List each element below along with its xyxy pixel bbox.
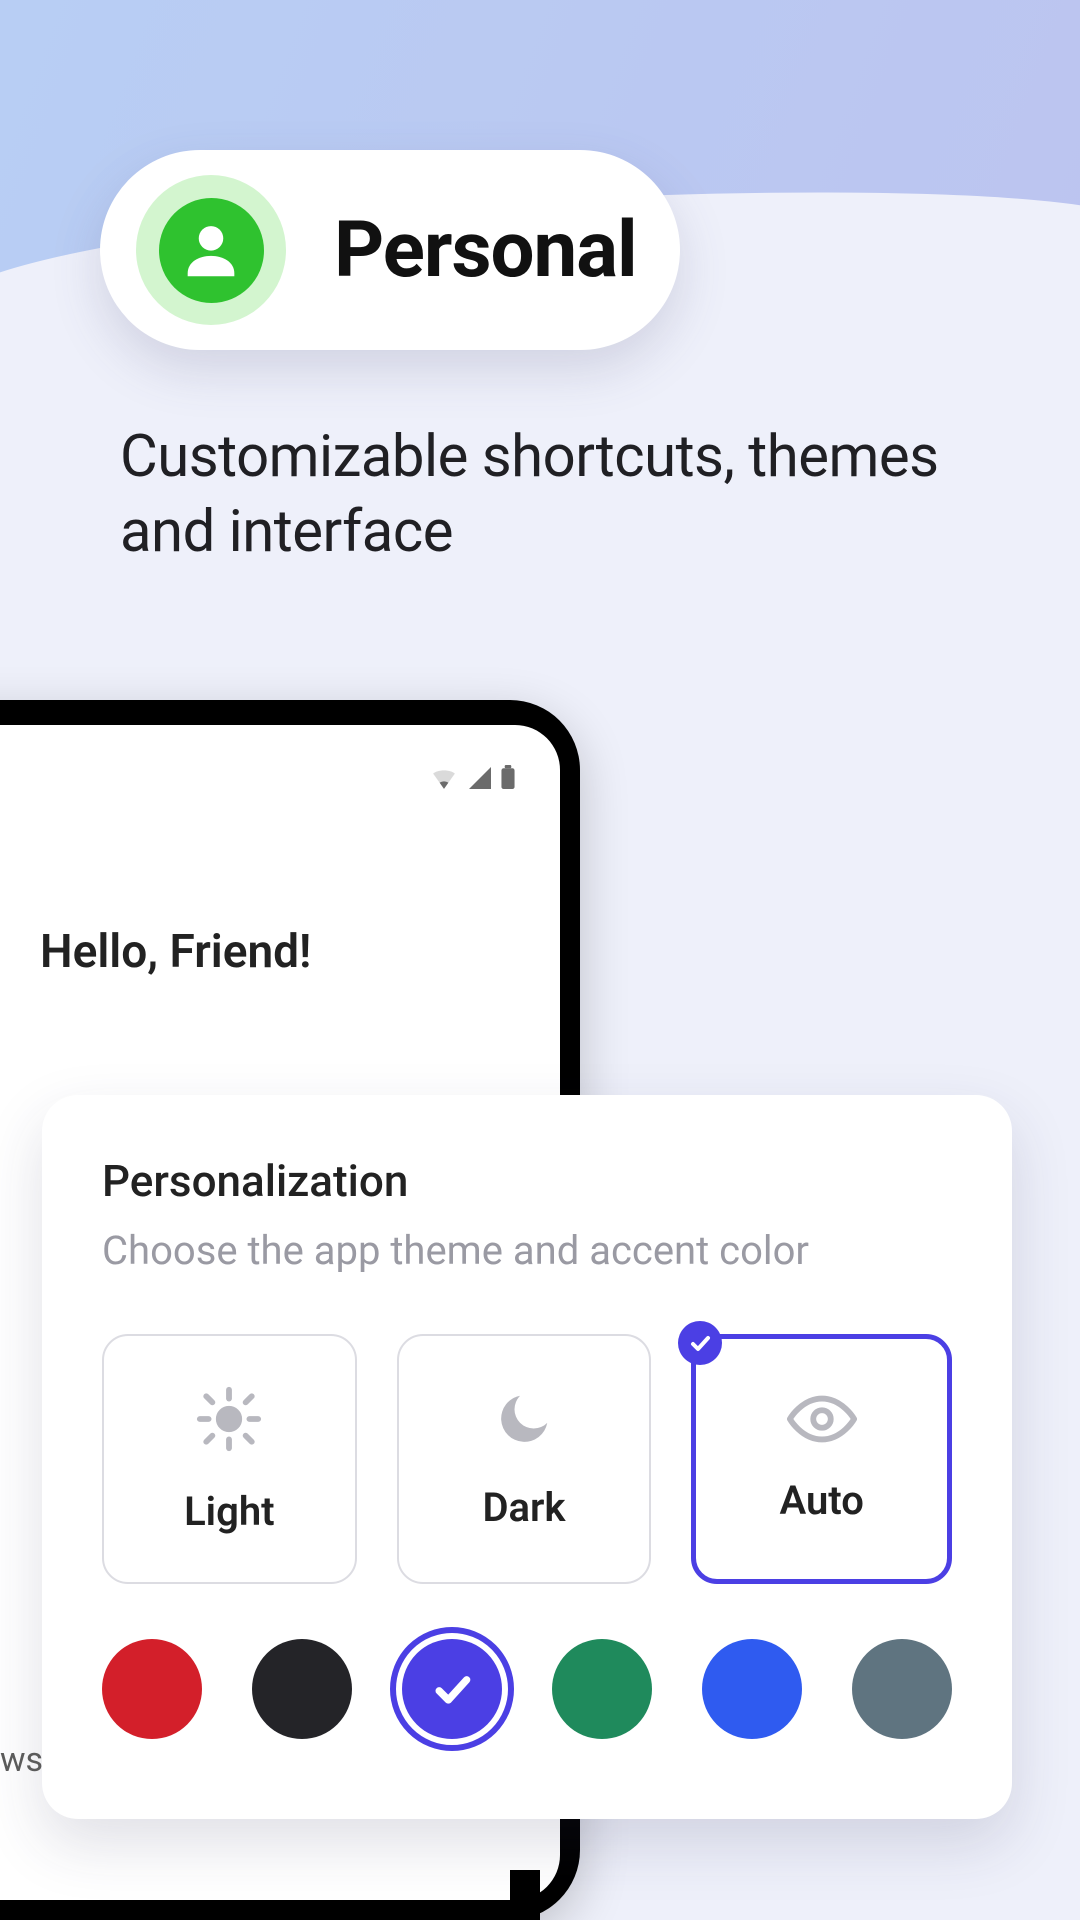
theme-option-auto[interactable]: Auto: [691, 1334, 952, 1584]
personalization-card: Personalization Choose the app theme and…: [42, 1095, 1012, 1819]
avatar-outer: [136, 175, 286, 325]
accent-swatch-blue[interactable]: [702, 1639, 802, 1739]
accent-swatch-red[interactable]: [102, 1639, 202, 1739]
wifi-icon: [431, 767, 457, 789]
theme-label: Light: [184, 1488, 275, 1535]
theme-label: Auto: [779, 1477, 863, 1524]
accent-color-row: [102, 1639, 952, 1739]
personal-pill: Personal: [100, 150, 680, 350]
person-icon: [159, 198, 264, 303]
accent-swatch-black[interactable]: [252, 1639, 352, 1739]
theme-option-dark[interactable]: Dark: [397, 1334, 652, 1584]
theme-label: Dark: [482, 1484, 565, 1531]
sun-icon: [194, 1384, 264, 1458]
eye-icon: [787, 1395, 857, 1447]
signal-icon: [467, 767, 491, 789]
moon-icon: [493, 1388, 555, 1454]
accent-swatch-green[interactable]: [552, 1639, 652, 1739]
status-bar: [431, 765, 515, 789]
card-title: Personalization: [102, 1155, 952, 1207]
theme-option-light[interactable]: Light: [102, 1334, 357, 1584]
pill-label: Personal: [334, 205, 637, 296]
check-icon: [430, 1667, 474, 1711]
selected-check-icon: [678, 1321, 722, 1365]
card-subtitle: Choose the app theme and accent color: [102, 1227, 952, 1274]
edge-clipped-text: ws: [0, 1740, 43, 1780]
phone-greeting: Hello, Friend!: [40, 925, 311, 979]
battery-icon: [501, 765, 515, 789]
phone-frame-bottom-edge: [510, 1870, 540, 1920]
theme-options-row: Light Dark Auto: [102, 1334, 952, 1584]
accent-swatch-indigo[interactable]: [402, 1639, 502, 1739]
accent-swatch-slate[interactable]: [852, 1639, 952, 1739]
hero-subheading: Customizable shortcuts, themes and inter…: [120, 420, 980, 571]
